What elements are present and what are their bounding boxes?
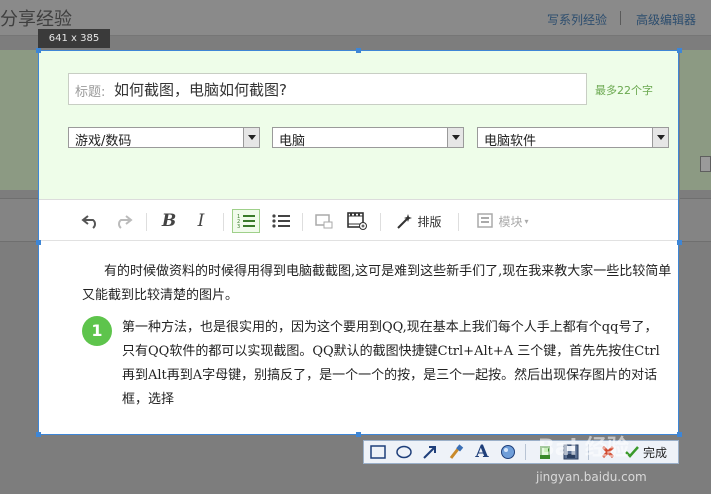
write-series-link[interactable]: 写系列经验 <box>547 11 607 28</box>
text-tool-icon[interactable]: A <box>470 442 494 462</box>
title-length-hint: 最多22个字 <box>595 84 653 97</box>
title-label: 标题: <box>75 85 106 100</box>
resize-handle-top-left[interactable] <box>36 48 41 53</box>
title-input[interactable]: 标题: 如何截图，电脑如何截图? <box>68 73 587 105</box>
chevron-down-icon <box>447 128 463 147</box>
insert-video-icon[interactable] <box>344 209 370 233</box>
redo-icon[interactable] <box>111 209 135 233</box>
magic-wand-icon <box>397 214 413 229</box>
category-select-3[interactable]: 电脑软件 <box>477 127 669 149</box>
toolbar-divider <box>223 213 224 231</box>
module-icon <box>477 213 494 228</box>
resize-handle-bottom[interactable] <box>356 432 361 437</box>
baidu-watermark: Bai 经验 <box>538 436 629 461</box>
resize-handle-left[interactable] <box>36 240 41 245</box>
color-picker-icon[interactable] <box>496 442 520 462</box>
watermark-url: jingyan.baidu.com <box>536 470 647 484</box>
resize-handle-right[interactable] <box>677 240 682 245</box>
undo-icon[interactable] <box>79 209 103 233</box>
resize-handle-top[interactable] <box>356 48 361 53</box>
toolbar-divider <box>302 213 303 231</box>
typeset-button[interactable]: 排版 <box>393 209 445 233</box>
resize-handle-bottom-right[interactable] <box>677 432 682 437</box>
background-form-left <box>0 50 38 190</box>
link-divider <box>620 11 621 25</box>
module-label: 模块 <box>498 214 523 229</box>
module-dropdown[interactable]: 模块 ▾ <box>471 209 535 233</box>
background-scroll-button <box>700 156 711 172</box>
category-select-1[interactable]: 游戏/数码 <box>68 127 260 149</box>
background-toolbar-left <box>0 198 38 242</box>
resize-handle-top-right[interactable] <box>677 48 682 53</box>
intro-paragraph: 有的时候做资料的时候得用得到电脑截截图,这可是难到这些新手们了,现在我来教大家一… <box>82 264 672 303</box>
advanced-editor-link[interactable]: 高级编辑器 <box>636 11 696 28</box>
resize-handle-bottom-left[interactable] <box>36 432 41 437</box>
toolbar-divider <box>380 213 381 231</box>
ellipse-tool-icon[interactable] <box>392 442 416 462</box>
rectangle-tool-icon[interactable] <box>366 442 390 462</box>
chevron-down-icon <box>652 128 668 147</box>
done-label: 完成 <box>643 445 668 460</box>
caret-down-icon: ▾ <box>524 216 529 226</box>
capture-size-label: 641 x 385 <box>38 29 110 48</box>
category-select-3-value: 电脑软件 <box>484 134 537 149</box>
done-button[interactable]: 完成 <box>624 444 667 461</box>
brush-tool-icon[interactable] <box>444 442 468 462</box>
capture-toolbar-divider <box>525 444 526 460</box>
background-toolbar-right <box>680 198 711 242</box>
category-select-2-value: 电脑 <box>279 134 306 149</box>
editor-toolbar: B I 123 排版 模块 ▾ <box>39 199 678 241</box>
arrow-tool-icon[interactable] <box>418 442 442 462</box>
step-text: 第一种方法，也是很实用的，因为这个要用到QQ,现在基本上我们每个人手上都有个qq… <box>122 320 660 407</box>
title-value: 如何截图，电脑如何截图? <box>114 81 287 99</box>
toolbar-divider <box>458 213 459 231</box>
chevron-down-icon <box>243 128 259 147</box>
capture-toolbar: A 完成 <box>363 440 679 464</box>
step-number-badge: 1 <box>82 316 112 346</box>
background-page-title: 分享经验 <box>0 9 72 30</box>
typeset-label: 排版 <box>417 214 442 229</box>
category-select-2[interactable]: 电脑 <box>272 127 464 149</box>
bold-icon[interactable]: B <box>156 209 182 233</box>
category-select-1-value: 游戏/数码 <box>75 134 132 149</box>
article-content[interactable]: 有的时候做资料的时候得用得到电脑截截图,这可是难到这些新手们了,现在我来教大家一… <box>39 242 678 434</box>
insert-image-icon[interactable] <box>312 209 336 233</box>
unordered-list-icon[interactable] <box>268 209 294 233</box>
ordered-list-icon[interactable]: 123 <box>232 209 260 233</box>
italic-icon[interactable]: I <box>189 209 213 233</box>
capture-region[interactable]: 标题: 如何截图，电脑如何截图? 最多22个字 游戏/数码 电脑 电脑软件 B … <box>38 50 679 435</box>
toolbar-divider <box>146 213 147 231</box>
svg-text:3: 3 <box>237 224 240 229</box>
article-form: 标题: 如何截图，电脑如何截图? 最多22个字 游戏/数码 电脑 电脑软件 <box>39 51 678 199</box>
